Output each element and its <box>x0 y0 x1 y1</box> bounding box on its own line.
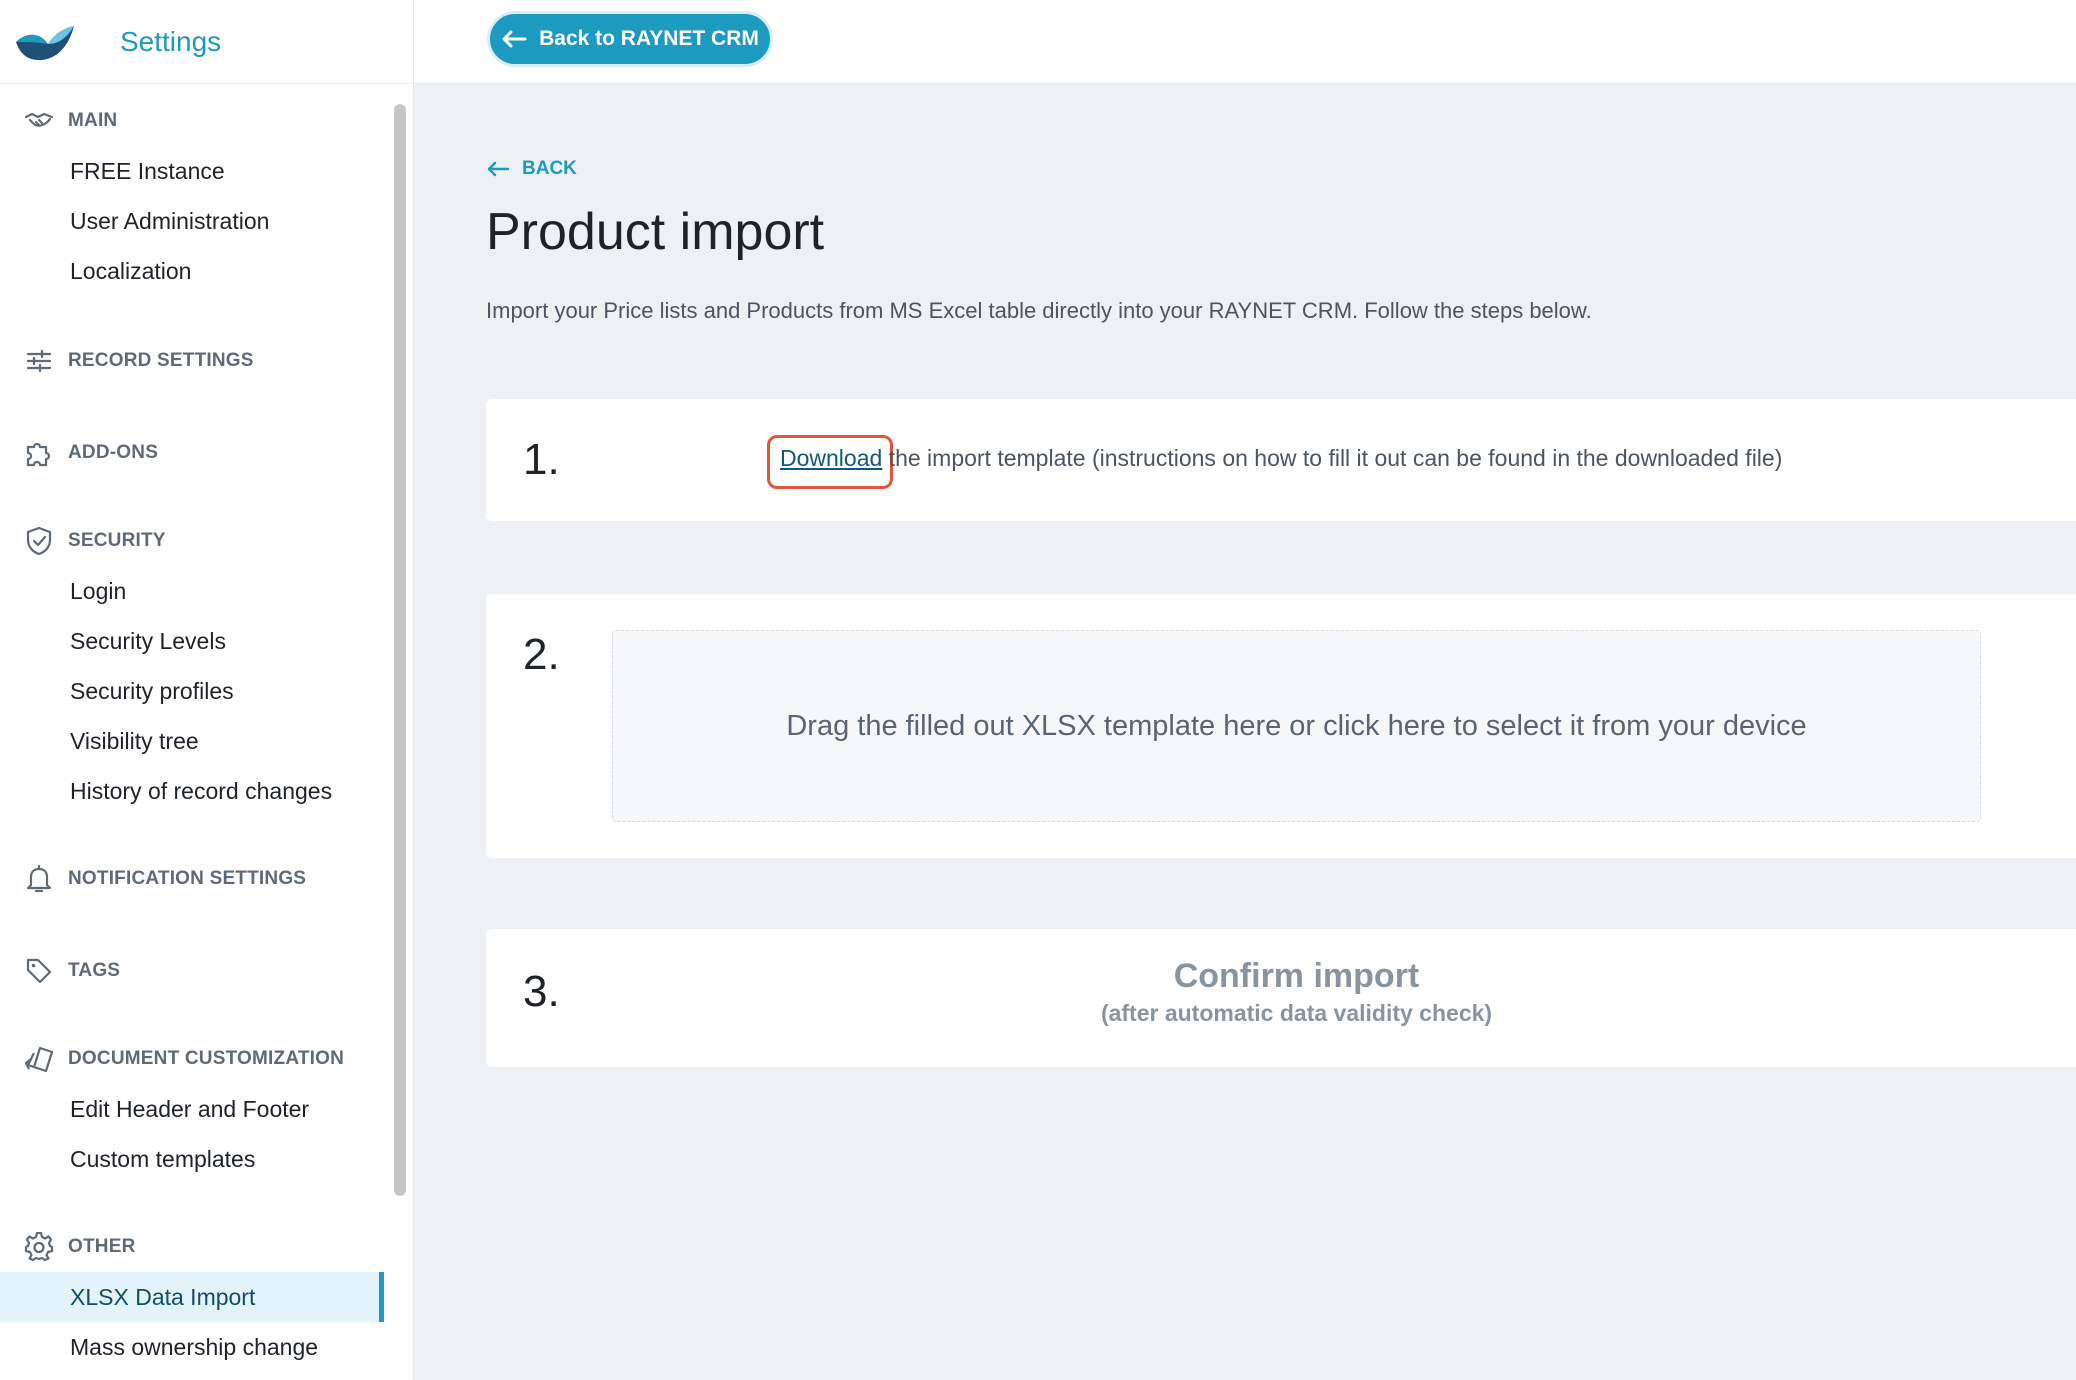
sidebar-item-free-instance[interactable]: FREE Instance <box>0 146 384 196</box>
gear-icon <box>24 1232 54 1262</box>
confirm-import-button[interactable]: Confirm import (after automatic data val… <box>612 957 1981 1027</box>
sidebar-item-mass-ownership-change[interactable]: Mass ownership change <box>0 1322 384 1372</box>
palette-icon <box>24 1044 54 1074</box>
back-to-crm-label: Back to RAYNET CRM <box>539 27 759 50</box>
sidebar-item-edit-header-and-footer[interactable]: Edit Header and Footer <box>0 1084 384 1134</box>
sidebar-item-user-administration[interactable]: User Administration <box>0 196 384 246</box>
brand-header: Settings <box>0 0 413 84</box>
section-label: ADD-ONS <box>68 442 159 463</box>
arrow-left-icon <box>487 161 510 177</box>
download-template-link[interactable]: Download <box>780 445 882 471</box>
sidebar-item-xlsx-data-import[interactable]: XLSX Data Import <box>0 1272 384 1322</box>
step-number: 2. <box>523 630 560 679</box>
main-content: BACK Product import Import your Price li… <box>486 84 2076 1380</box>
dropzone-text: Drag the filled out XLSX template here o… <box>786 709 1807 742</box>
puzzle-icon <box>24 438 54 468</box>
sidebar-item-login[interactable]: Login <box>0 566 384 616</box>
section-document-customization[interactable]: DOCUMENT CUSTOMIZATION <box>0 1034 384 1084</box>
bell-icon <box>24 864 54 894</box>
back-link-label: BACK <box>522 158 577 179</box>
section-tags[interactable]: TAGS <box>0 946 384 996</box>
section-add-ons[interactable]: ADD-ONS <box>0 428 384 478</box>
handshake-icon <box>24 106 54 136</box>
sidebar-item-security-levels[interactable]: Security Levels <box>0 616 384 666</box>
confirm-import-subtitle: (after automatic data validity check) <box>1100 1000 1493 1026</box>
section-other[interactable]: OTHER <box>0 1222 384 1272</box>
confirm-import-title: Confirm import <box>1173 957 1420 995</box>
back-link[interactable]: BACK <box>486 158 577 180</box>
section-record-settings[interactable]: RECORD SETTINGS <box>0 336 384 386</box>
section-label: DOCUMENT CUSTOMIZATION <box>68 1048 345 1069</box>
sidebar: Settings MAIN FREE Instance User Adminis… <box>0 0 414 1380</box>
sidebar-item-localization[interactable]: Localization <box>0 246 384 296</box>
back-to-crm-button[interactable]: Back to RAYNET CRM <box>487 11 773 67</box>
step-1-text: Download the import template (instructio… <box>780 445 1782 472</box>
step-3-card: 3. Confirm import (after automatic data … <box>486 929 2076 1067</box>
file-dropzone[interactable]: Drag the filled out XLSX template here o… <box>612 630 1981 822</box>
tag-icon <box>24 956 54 986</box>
sidebar-item-security-profiles[interactable]: Security profiles <box>0 666 384 716</box>
section-label: MAIN <box>68 110 118 131</box>
sliders-icon <box>24 346 54 376</box>
sidebar-item-visibility-tree[interactable]: Visibility tree <box>0 716 384 766</box>
section-label: RECORD SETTINGS <box>68 350 254 371</box>
sidebar-item-custom-templates[interactable]: Custom templates <box>0 1134 384 1184</box>
section-label: NOTIFICATION SETTINGS <box>68 868 307 889</box>
section-label: OTHER <box>68 1236 136 1257</box>
top-bar: Back to RAYNET CRM <box>414 0 2076 84</box>
sidebar-scrollbar[interactable] <box>394 104 406 1196</box>
section-label: TAGS <box>68 960 121 981</box>
arrow-left-icon <box>502 30 527 48</box>
page-description: Import your Price lists and Products fro… <box>486 298 1592 323</box>
section-main[interactable]: MAIN <box>0 96 384 146</box>
step-1-description: the import template (instructions on how… <box>882 445 1783 471</box>
step-1-card: 1. Download the import template (instruc… <box>486 399 2076 521</box>
step-number: 3. <box>523 967 560 1016</box>
section-notification-settings[interactable]: NOTIFICATION SETTINGS <box>0 854 384 904</box>
step-2-card: 2. Drag the filled out XLSX template her… <box>486 594 2076 858</box>
settings-nav: MAIN FREE Instance User Administration L… <box>0 84 384 1380</box>
app-title: Settings <box>120 25 222 57</box>
step-number: 1. <box>523 435 560 484</box>
section-label: SECURITY <box>68 530 166 551</box>
page-title: Product import <box>486 203 825 261</box>
raynet-bird-logo[interactable] <box>14 20 76 64</box>
section-security[interactable]: SECURITY <box>0 516 384 566</box>
shield-check-icon <box>24 526 54 556</box>
sidebar-item-history-of-record-changes[interactable]: History of record changes <box>0 766 384 816</box>
